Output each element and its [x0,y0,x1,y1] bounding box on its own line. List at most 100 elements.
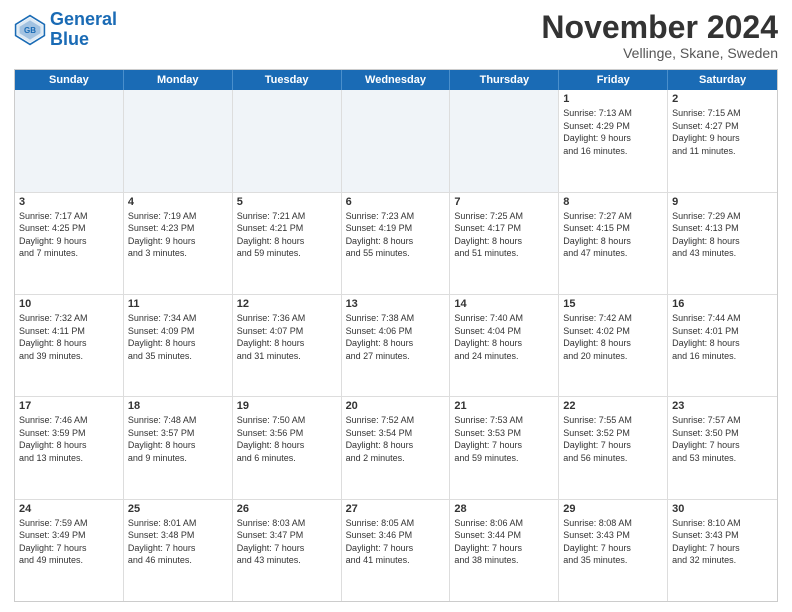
header-tuesday: Tuesday [233,70,342,90]
cal-row-4: 24 Sunrise: 7:59 AM Sunset: 3:49 PM Dayli… [15,499,777,601]
cal-cell-r2-c3: 13 Sunrise: 7:38 AM Sunset: 4:06 PM Dayli… [342,295,451,396]
title-block: November 2024 Vellinge, Skane, Sweden [541,10,778,61]
cal-cell-r4-c1: 25 Sunrise: 8:01 AM Sunset: 3:48 PM Dayli… [124,500,233,601]
day-number: 27 [346,503,446,515]
day-number: 20 [346,400,446,412]
day-number: 2 [672,93,773,105]
day-info: Sunrise: 7:42 AM Sunset: 4:02 PM Dayligh… [563,312,663,362]
day-info: Sunrise: 7:50 AM Sunset: 3:56 PM Dayligh… [237,414,337,464]
day-info: Sunrise: 8:03 AM Sunset: 3:47 PM Dayligh… [237,517,337,567]
header-sunday: Sunday [15,70,124,90]
cal-cell-r3-c3: 20Sunrise: 7:52 AM Sunset: 3:54 PM Dayli… [342,397,451,498]
day-number: 16 [672,298,773,310]
cal-cell-r3-c4: 21 Sunrise: 7:53 AM Sunset: 3:53 PM Dayli… [450,397,559,498]
day-info: Sunrise: 7:36 AM Sunset: 4:07 PM Dayligh… [237,312,337,362]
day-info: Sunrise: 7:44 AM Sunset: 4:01 PM Dayligh… [672,312,773,362]
day-info: Sunrise: 7:59 AM Sunset: 3:49 PM Dayligh… [19,517,119,567]
day-info: Sunrise: 8:06 AM Sunset: 3:44 PM Dayligh… [454,517,554,567]
cal-cell-r2-c2: 12 Sunrise: 7:36 AM Sunset: 4:07 PM Dayli… [233,295,342,396]
cal-row-2: 10 Sunrise: 7:32 AM Sunset: 4:11 PM Dayli… [15,294,777,396]
day-number: 5 [237,196,337,208]
day-info: Sunrise: 7:17 AM Sunset: 4:25 PM Dayligh… [19,210,119,260]
cal-cell-r4-c6: 30Sunrise: 8:10 AM Sunset: 3:43 PM Dayli… [668,500,777,601]
day-number: 11 [128,298,228,310]
calendar-header: Sunday Monday Tuesday Wednesday Thursday… [15,70,777,90]
cal-cell-r0-c3 [342,90,451,191]
day-info: Sunrise: 7:53 AM Sunset: 3:53 PM Dayligh… [454,414,554,464]
day-info: Sunrise: 7:27 AM Sunset: 4:15 PM Dayligh… [563,210,663,260]
calendar: Sunday Monday Tuesday Wednesday Thursday… [14,69,778,602]
day-info: Sunrise: 7:19 AM Sunset: 4:23 PM Dayligh… [128,210,228,260]
day-number: 18 [128,400,228,412]
cal-cell-r1-c4: 7 Sunrise: 7:25 AM Sunset: 4:17 PM Daylig… [450,193,559,294]
cal-cell-r2-c1: 11 Sunrise: 7:34 AM Sunset: 4:09 PM Dayli… [124,295,233,396]
cal-cell-r0-c6: 2Sunrise: 7:15 AM Sunset: 4:27 PM Daylig… [668,90,777,191]
cal-cell-r0-c1 [124,90,233,191]
cal-cell-r2-c5: 15 Sunrise: 7:42 AM Sunset: 4:02 PM Dayli… [559,295,668,396]
day-number: 4 [128,196,228,208]
cal-cell-r1-c2: 5Sunrise: 7:21 AM Sunset: 4:21 PM Daylig… [233,193,342,294]
day-info: Sunrise: 8:01 AM Sunset: 3:48 PM Dayligh… [128,517,228,567]
day-number: 1 [563,93,663,105]
day-number: 13 [346,298,446,310]
svg-text:GB: GB [24,26,36,35]
cal-cell-r2-c0: 10 Sunrise: 7:32 AM Sunset: 4:11 PM Dayli… [15,295,124,396]
header-thursday: Thursday [450,70,559,90]
day-info: Sunrise: 7:32 AM Sunset: 4:11 PM Dayligh… [19,312,119,362]
cal-cell-r1-c0: 3 Sunrise: 7:17 AM Sunset: 4:25 PM Daylig… [15,193,124,294]
day-number: 8 [563,196,663,208]
cal-cell-r2-c4: 14 Sunrise: 7:40 AM Sunset: 4:04 PM Dayli… [450,295,559,396]
cal-cell-r4-c2: 26 Sunrise: 8:03 AM Sunset: 3:47 PM Dayli… [233,500,342,601]
day-number: 21 [454,400,554,412]
cal-cell-r0-c4 [450,90,559,191]
day-info: Sunrise: 7:29 AM Sunset: 4:13 PM Dayligh… [672,210,773,260]
day-number: 25 [128,503,228,515]
day-info: Sunrise: 7:40 AM Sunset: 4:04 PM Dayligh… [454,312,554,362]
cal-cell-r4-c0: 24 Sunrise: 7:59 AM Sunset: 3:49 PM Dayli… [15,500,124,601]
day-info: Sunrise: 7:34 AM Sunset: 4:09 PM Dayligh… [128,312,228,362]
day-number: 7 [454,196,554,208]
day-info: Sunrise: 7:38 AM Sunset: 4:06 PM Dayligh… [346,312,446,362]
day-number: 29 [563,503,663,515]
day-number: 3 [19,196,119,208]
day-number: 14 [454,298,554,310]
logo-icon: GB [14,14,46,46]
cal-cell-r1-c5: 8 Sunrise: 7:27 AM Sunset: 4:15 PM Daylig… [559,193,668,294]
day-info: Sunrise: 7:25 AM Sunset: 4:17 PM Dayligh… [454,210,554,260]
cal-cell-r2-c6: 16 Sunrise: 7:44 AM Sunset: 4:01 PM Dayli… [668,295,777,396]
header-wednesday: Wednesday [342,70,451,90]
day-number: 9 [672,196,773,208]
day-number: 28 [454,503,554,515]
cal-cell-r1-c3: 6Sunrise: 7:23 AM Sunset: 4:19 PM Daylig… [342,193,451,294]
calendar-body: 1Sunrise: 7:13 AM Sunset: 4:29 PM Daylig… [15,90,777,601]
cal-cell-r4-c4: 28 Sunrise: 8:06 AM Sunset: 3:44 PM Dayli… [450,500,559,601]
header-monday: Monday [124,70,233,90]
cal-cell-r3-c5: 22Sunrise: 7:55 AM Sunset: 3:52 PM Dayli… [559,397,668,498]
day-info: Sunrise: 8:08 AM Sunset: 3:43 PM Dayligh… [563,517,663,567]
cal-cell-r3-c0: 17 Sunrise: 7:46 AM Sunset: 3:59 PM Dayli… [15,397,124,498]
cal-row-3: 17 Sunrise: 7:46 AM Sunset: 3:59 PM Dayli… [15,396,777,498]
cal-cell-r0-c0 [15,90,124,191]
day-number: 22 [563,400,663,412]
month-title: November 2024 [541,10,778,45]
day-number: 10 [19,298,119,310]
day-info: Sunrise: 7:46 AM Sunset: 3:59 PM Dayligh… [19,414,119,464]
day-number: 23 [672,400,773,412]
day-number: 12 [237,298,337,310]
page: GB General Blue November 2024 Vellinge, … [0,0,792,612]
day-number: 26 [237,503,337,515]
header-saturday: Saturday [668,70,777,90]
day-number: 6 [346,196,446,208]
subtitle: Vellinge, Skane, Sweden [541,45,778,61]
cal-cell-r1-c1: 4 Sunrise: 7:19 AM Sunset: 4:23 PM Daylig… [124,193,233,294]
cal-cell-r3-c2: 19Sunrise: 7:50 AM Sunset: 3:56 PM Dayli… [233,397,342,498]
day-number: 24 [19,503,119,515]
cal-row-0: 1Sunrise: 7:13 AM Sunset: 4:29 PM Daylig… [15,90,777,191]
cal-cell-r4-c5: 29 Sunrise: 8:08 AM Sunset: 3:43 PM Dayli… [559,500,668,601]
day-info: Sunrise: 7:48 AM Sunset: 3:57 PM Dayligh… [128,414,228,464]
day-number: 15 [563,298,663,310]
day-info: Sunrise: 8:05 AM Sunset: 3:46 PM Dayligh… [346,517,446,567]
cal-cell-r0-c2 [233,90,342,191]
day-number: 30 [672,503,773,515]
day-number: 17 [19,400,119,412]
